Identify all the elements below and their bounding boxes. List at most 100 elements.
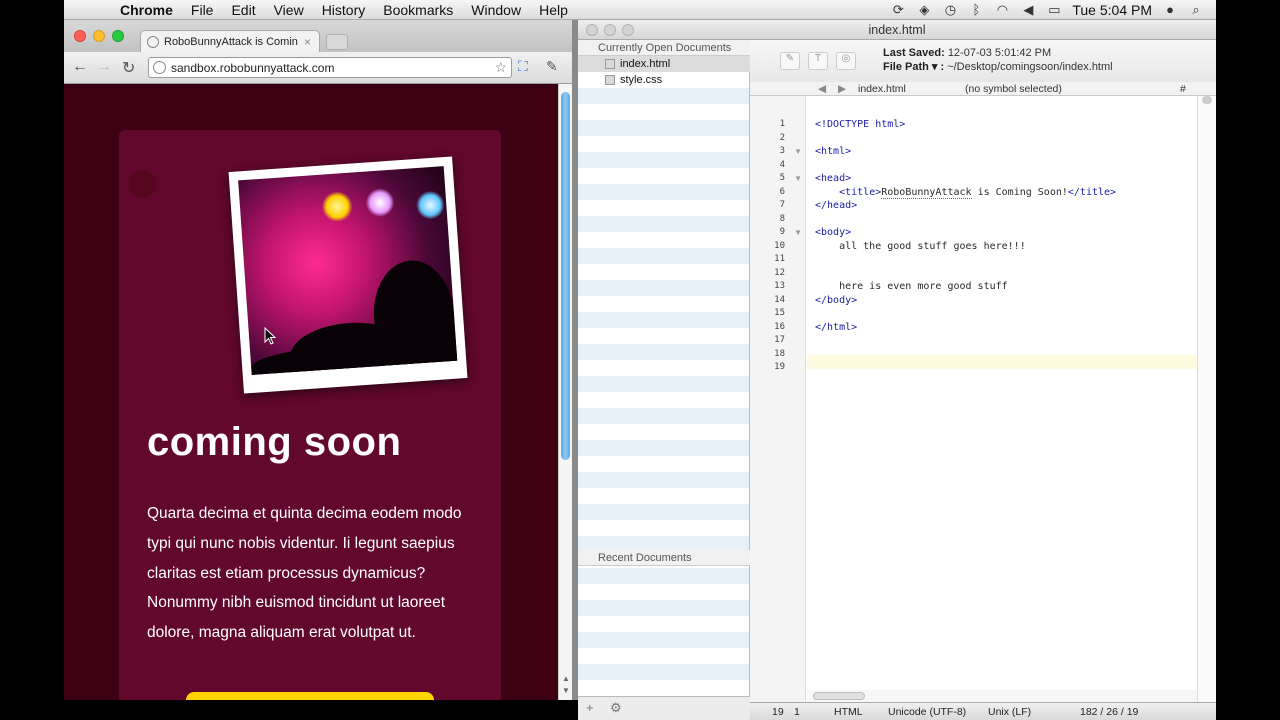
spotlight-search-icon[interactable]: ⌕	[1188, 2, 1204, 18]
document-counts: 182 / 26 / 19	[1080, 706, 1139, 718]
minimize-window-button[interactable]	[93, 30, 105, 42]
line-number-gutter: 1 2 3 ▼ 4 5 ▼ 6 7 8 9 ▼ 10 11 12 13 14 15 16 17 18 19	[750, 96, 806, 710]
bookmark-star-icon[interactable]: ☆	[494, 59, 507, 76]
open-documents-header: Currently Open Documents	[578, 40, 750, 56]
page-info-icon[interactable]	[153, 61, 166, 74]
preview-icon[interactable]: ◎	[836, 52, 856, 70]
address-bar[interactable]: sandbox.robobunnyattack.com ☆	[148, 57, 512, 78]
page-headline: coming soon	[147, 420, 402, 464]
line-number: 1	[779, 119, 785, 129]
menu-edit[interactable]: Edit	[222, 0, 264, 20]
zoom-window-button[interactable]	[112, 30, 124, 42]
editor-horizontal-scrollbar[interactable]	[807, 690, 1197, 702]
forward-icon[interactable]: →	[96, 58, 112, 76]
wifi-icon[interactable]: ◠	[994, 2, 1010, 18]
sidebar-file-style-css[interactable]: style.css	[578, 72, 750, 88]
line-number: 6	[779, 186, 785, 197]
bluetooth-icon[interactable]: ᛒ	[968, 2, 984, 17]
cursor-column: 1	[794, 706, 800, 718]
decorative-dot	[129, 170, 157, 198]
line-number: 16	[774, 321, 785, 332]
globe-icon	[147, 35, 159, 48]
browser-toolbar: ← → ↻ sandbox.robobunnyattack.com ☆ ⛶ ✎	[64, 52, 572, 84]
menu-history[interactable]: History	[313, 0, 375, 20]
editor-vertical-scrollbar[interactable]	[1197, 96, 1216, 710]
reload-icon[interactable]: ↻	[122, 58, 135, 78]
pencil-icon[interactable]: ✎	[780, 52, 800, 70]
recent-documents-header: Recent Documents	[578, 550, 750, 566]
close-window-button[interactable]	[74, 30, 86, 42]
page-body-text: Quarta decima et quinta decima eodem mod…	[147, 505, 462, 642]
menu-bookmarks[interactable]: Bookmarks	[374, 0, 462, 20]
line-number: 3	[779, 146, 785, 156]
navigation-bar: ◀ ▶ index.html (no symbol selected) #	[750, 82, 1216, 96]
line-number: 12	[774, 267, 785, 278]
concert-photo	[228, 156, 468, 394]
line-number: 2	[779, 132, 785, 143]
menu-app-name[interactable]: Chrome	[110, 0, 182, 20]
document-info-bar: ✎ T ◎ Last Saved: 12-07-03 5:01:42 PM Fi…	[750, 40, 1216, 82]
code-line: </html>	[815, 321, 858, 333]
user-icon[interactable]: ●	[1162, 2, 1178, 17]
editor-window-title: index.html	[868, 23, 926, 37]
fold-toggle-icon[interactable]: ▼	[794, 228, 802, 237]
code-editor[interactable]: <!DOCTYPE html> <html> <head> <title>RoboB…	[807, 96, 1197, 710]
nav-forward-icon[interactable]: ▶	[838, 82, 846, 96]
language-popup[interactable]: HTML	[834, 706, 863, 718]
menu-bar: Chrome File Edit View History Bookmarks …	[64, 0, 1216, 20]
code-line: <head>	[815, 173, 852, 184]
markers-popup[interactable]: #	[1180, 82, 1186, 96]
time-machine-icon[interactable]: ◷	[942, 2, 958, 18]
file-path[interactable]: File Path ▾ : ~/Desktop/comingsoon/index…	[883, 60, 1113, 73]
browser-vertical-scrollbar[interactable]: ▲ ▼	[558, 84, 572, 700]
browser-tab[interactable]: RoboBunnyAttack is Coming ×	[140, 30, 320, 52]
line-number: 18	[774, 348, 785, 359]
fold-toggle-icon[interactable]: ▼	[794, 147, 802, 156]
nav-file-popup[interactable]: index.html	[858, 82, 906, 96]
new-tab-button[interactable]	[326, 34, 348, 50]
nav-back-icon[interactable]: ◀	[818, 82, 826, 96]
wrench-icon[interactable]: ✎	[546, 58, 558, 75]
clock[interactable]: Tue 5:04 PM	[1072, 2, 1152, 18]
line-number: 14	[774, 294, 785, 305]
tab-title: RoboBunnyAttack is Coming	[164, 35, 298, 48]
code-line: </head>	[815, 200, 858, 211]
menu-file[interactable]: File	[182, 0, 223, 20]
mouse-cursor-icon	[264, 327, 276, 345]
battery-icon[interactable]: ▭	[1046, 2, 1062, 18]
scroll-down-icon[interactable]: ▼	[562, 686, 570, 695]
volume-icon[interactable]: ◀	[1020, 2, 1036, 18]
editor-window: index.html Currently Open Documents inde…	[578, 20, 1216, 720]
scroll-up-icon[interactable]: ▲	[562, 674, 570, 683]
line-number: 8	[779, 213, 785, 224]
code-line: </body>	[815, 294, 858, 306]
editor-status-bar: 19 1 HTML Unicode (UTF-8) Unix (LF) 182 …	[750, 702, 1216, 720]
fold-toggle-icon[interactable]: ▼	[794, 174, 802, 183]
symbol-popup[interactable]: (no symbol selected)	[965, 82, 1062, 96]
line-number: 11	[774, 254, 785, 264]
menu-help[interactable]: Help	[530, 0, 577, 20]
line-number: 5	[779, 173, 785, 183]
back-icon[interactable]: ←	[72, 58, 88, 76]
menu-view[interactable]: View	[265, 0, 313, 20]
scrollbar-thumb[interactable]	[561, 92, 570, 460]
call-to-action-button[interactable]	[186, 692, 434, 700]
line-endings-popup[interactable]: Unix (LF)	[988, 706, 1031, 718]
last-saved: Last Saved: 12-07-03 5:01:42 PM	[883, 47, 1052, 59]
chrome-window: RoboBunnyAttack is Coming × ← → ↻ sandbo…	[64, 20, 572, 700]
url-text: sandbox.robobunnyattack.com	[171, 60, 335, 75]
extension-icon[interactable]: ⛶	[518, 58, 528, 75]
gear-icon[interactable]: ⚙	[610, 700, 622, 716]
close-tab-icon[interactable]: ×	[304, 35, 311, 49]
code-line: here is even more good stuff	[815, 281, 1008, 292]
text-icon[interactable]: T	[808, 52, 828, 70]
encoding-popup[interactable]: Unicode (UTF-8)	[888, 706, 966, 718]
css-file-icon	[605, 75, 615, 85]
documents-sidebar: Currently Open Documents index.html styl…	[578, 40, 750, 720]
evernote-icon[interactable]: ◈	[916, 2, 932, 18]
page-viewport[interactable]: coming soon Quarta decima et quinta deci…	[64, 84, 558, 700]
sync-icon[interactable]: ⟳	[890, 2, 906, 18]
add-icon[interactable]: +	[586, 700, 594, 715]
menu-window[interactable]: Window	[462, 0, 530, 20]
sidebar-file-index-html[interactable]: index.html	[578, 56, 750, 72]
